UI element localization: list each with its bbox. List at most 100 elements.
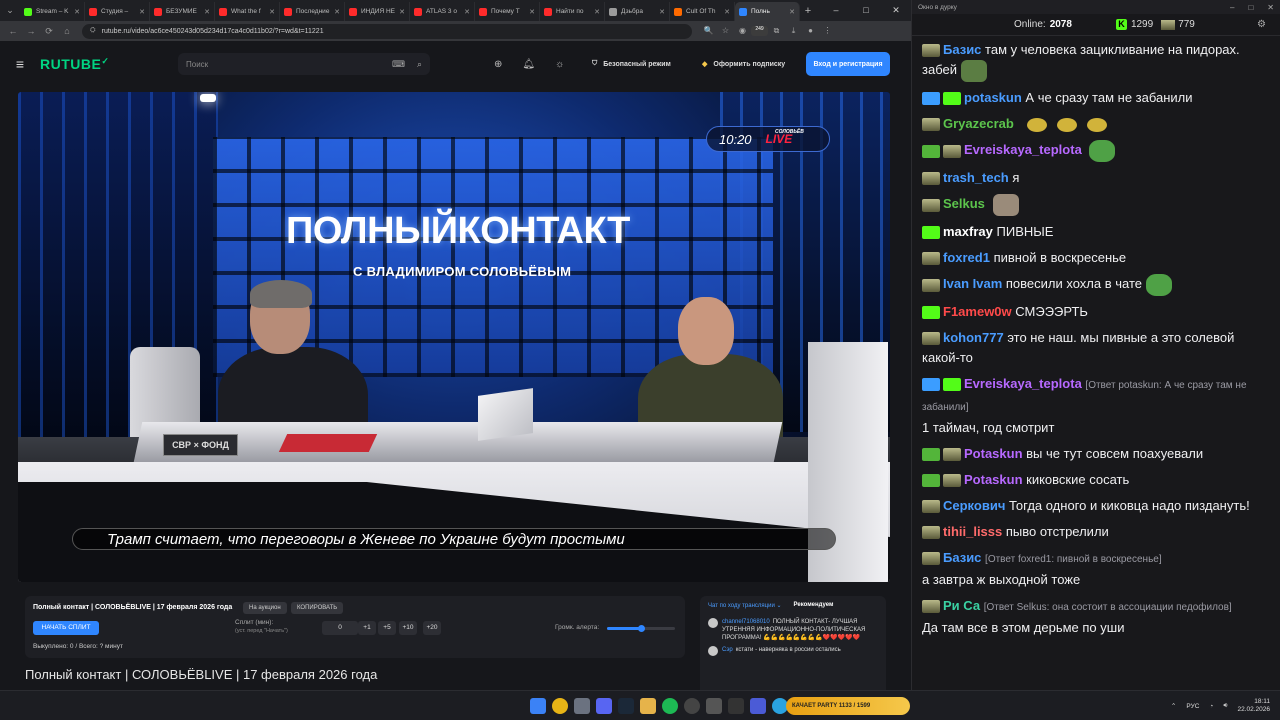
avatar[interactable] bbox=[708, 646, 718, 656]
browser-tab[interactable]: Cult Of Th ✕ bbox=[670, 2, 735, 21]
chat-username[interactable]: foxred1 bbox=[943, 250, 990, 265]
menu-dots-icon[interactable]: ⋮ bbox=[819, 26, 836, 36]
reload-button[interactable]: ⟳ bbox=[40, 26, 58, 37]
volume-knob[interactable] bbox=[637, 625, 645, 632]
obs-icon[interactable] bbox=[684, 698, 700, 714]
chrome-icon[interactable] bbox=[552, 698, 568, 714]
browser-tab[interactable]: Дзьбра ✕ bbox=[605, 2, 670, 21]
chat-username[interactable]: Evreiskaya_teplota bbox=[964, 376, 1082, 391]
upload-icon[interactable]: ⊕ bbox=[494, 59, 502, 70]
chat-username[interactable]: Ivan Ivam bbox=[943, 276, 1002, 291]
tab-close-icon[interactable]: ✕ bbox=[659, 8, 665, 16]
tab-recommended[interactable]: Рекомендуем bbox=[794, 602, 834, 608]
language-indicator[interactable]: РУС bbox=[1186, 703, 1199, 710]
app-icon[interactable] bbox=[706, 698, 722, 714]
copy-button[interactable]: КОПИРОВАТЬ bbox=[291, 602, 344, 614]
search-icon[interactable]: ⌕ bbox=[417, 59, 422, 70]
spotify-icon[interactable] bbox=[662, 698, 678, 714]
chat-username[interactable]: Серкович bbox=[943, 498, 1005, 513]
split-add-1-button[interactable]: +1 bbox=[358, 621, 376, 635]
chat-username[interactable]: Evreiskaya_teplota bbox=[964, 142, 1082, 157]
subscribe-button[interactable]: ◆ Оформить подписку bbox=[702, 53, 785, 75]
keyboard-icon[interactable]: ⌨ bbox=[392, 59, 405, 70]
chat-username[interactable]: kohon777 bbox=[943, 330, 1004, 345]
chat-username[interactable]: Potaskun bbox=[964, 446, 1023, 461]
login-button[interactable]: Вход и регистрация bbox=[806, 52, 890, 76]
bookmark-star-icon[interactable]: ☆ bbox=[717, 26, 734, 36]
close-window-button[interactable]: ✕ bbox=[881, 0, 911, 21]
rutube-logo[interactable]: RUTUBE✓ bbox=[40, 56, 170, 72]
chat-username[interactable]: Ри Са bbox=[943, 598, 980, 613]
settings-gear-icon[interactable]: ⚙ bbox=[1257, 19, 1266, 30]
live-chat-username[interactable]: channel71068010 bbox=[722, 619, 770, 625]
explorer-icon[interactable] bbox=[574, 698, 590, 714]
clock[interactable]: 18:11 22.02.2026 bbox=[1237, 698, 1270, 714]
chat-username[interactable]: Selkus bbox=[943, 196, 985, 211]
extensions-puzzle-icon[interactable]: ⧉ bbox=[768, 26, 785, 36]
chat-username[interactable]: potaskun bbox=[964, 90, 1022, 105]
browser-tab[interactable]: ИНДИЯ НЕ ✕ bbox=[345, 2, 410, 21]
downloads-icon[interactable]: ⤓ bbox=[785, 26, 802, 36]
auction-chip[interactable]: На аукцион bbox=[243, 602, 287, 614]
split-add-20-button[interactable]: +20 bbox=[423, 621, 441, 635]
zoom-icon[interactable]: 🔍 bbox=[700, 26, 717, 36]
browser-tab[interactable]: Почему Т ✕ bbox=[475, 2, 540, 21]
browser-tab[interactable]: Найти по ✕ bbox=[540, 2, 605, 21]
discord-icon[interactable] bbox=[596, 698, 612, 714]
chat-minimize-button[interactable]: – bbox=[1230, 3, 1234, 12]
home-button[interactable]: ⌂ bbox=[58, 26, 76, 36]
tab-close-icon[interactable]: ✕ bbox=[204, 8, 210, 16]
search-input[interactable]: Поиск ⌨ ⌕ bbox=[178, 53, 430, 75]
hamburger-menu-icon[interactable]: ≡ bbox=[0, 56, 40, 72]
minimize-button[interactable]: – bbox=[821, 0, 851, 21]
chat-username[interactable]: trash_tech bbox=[943, 170, 1009, 185]
tab-close-icon[interactable]: ✕ bbox=[464, 8, 470, 16]
browser-tab[interactable]: Студия – ✕ bbox=[85, 2, 150, 21]
split-add-5-button[interactable]: +5 bbox=[378, 621, 396, 635]
tray-arrow-icon[interactable]: ⌃ bbox=[1171, 702, 1176, 710]
video-player[interactable]: ПОЛНЫЙКОНТАКТ С ВЛАДИМИРОМ СОЛОВЬЁВЫМ 10… bbox=[18, 92, 890, 582]
profile-icon[interactable]: ● bbox=[802, 26, 819, 36]
alert-volume-slider[interactable] bbox=[607, 625, 675, 632]
url-field[interactable]: ⛭ rutube.ru/video/ac6ce450243d05d234d17c… bbox=[82, 23, 692, 39]
bell-icon[interactable]: 🔔︎ bbox=[522, 59, 535, 70]
tab-close-icon[interactable]: ✕ bbox=[529, 8, 535, 16]
maximize-button[interactable]: □ bbox=[851, 0, 881, 21]
split-minutes-input[interactable]: 0 bbox=[322, 621, 358, 635]
browser-tab[interactable]: Полнь ✕ bbox=[735, 2, 800, 21]
game-icon[interactable] bbox=[750, 698, 766, 714]
theme-icon[interactable]: ☼ bbox=[555, 59, 564, 70]
forward-button[interactable]: → bbox=[22, 26, 40, 36]
chat-username[interactable]: F1amew0w bbox=[943, 304, 1012, 319]
steam-icon[interactable] bbox=[618, 698, 634, 714]
tab-search-icon[interactable]: ⌄ bbox=[0, 0, 20, 21]
tab-close-icon[interactable]: ✕ bbox=[594, 8, 600, 16]
browser-tab[interactable]: What the f ✕ bbox=[215, 2, 280, 21]
back-button[interactable]: ← bbox=[4, 26, 22, 36]
media-icon[interactable] bbox=[728, 698, 744, 714]
split-add-10-button[interactable]: +10 bbox=[399, 621, 417, 635]
start-icon[interactable] bbox=[530, 698, 546, 714]
chat-close-button[interactable]: ✕ bbox=[1267, 3, 1274, 12]
live-chat-username[interactable]: Сэр bbox=[722, 647, 733, 653]
tab-close-icon[interactable]: ✕ bbox=[724, 8, 730, 16]
chat-username[interactable]: tihii_lisss bbox=[943, 524, 1002, 539]
new-tab-button[interactable]: + bbox=[800, 5, 816, 17]
site-info-icon[interactable]: ⛭ bbox=[90, 27, 96, 35]
chat-username[interactable]: Базис bbox=[943, 550, 981, 565]
tab-close-icon[interactable]: ✕ bbox=[334, 8, 340, 16]
safe-mode-button[interactable]: ⛉ Безопасный режим bbox=[592, 53, 671, 75]
extension-badge[interactable]: 249 bbox=[751, 26, 768, 36]
chat-username[interactable]: Potaskun bbox=[964, 472, 1023, 487]
tab-close-icon[interactable]: ✕ bbox=[269, 8, 275, 16]
tab-close-icon[interactable]: ✕ bbox=[789, 8, 795, 16]
extension-icon[interactable]: ◉ bbox=[734, 26, 751, 36]
tab-close-icon[interactable]: ✕ bbox=[399, 8, 405, 16]
browser-tab[interactable]: Stream – K ✕ bbox=[20, 2, 85, 21]
avatar[interactable] bbox=[708, 618, 718, 628]
browser-tab[interactable]: Последние ✕ bbox=[280, 2, 345, 21]
tab-close-icon[interactable]: ✕ bbox=[139, 8, 145, 16]
chat-username[interactable]: Базис bbox=[943, 42, 981, 57]
folder-icon[interactable] bbox=[640, 698, 656, 714]
tab-live-chat[interactable]: Чат по ходу трансляции ⌄ bbox=[708, 602, 782, 609]
